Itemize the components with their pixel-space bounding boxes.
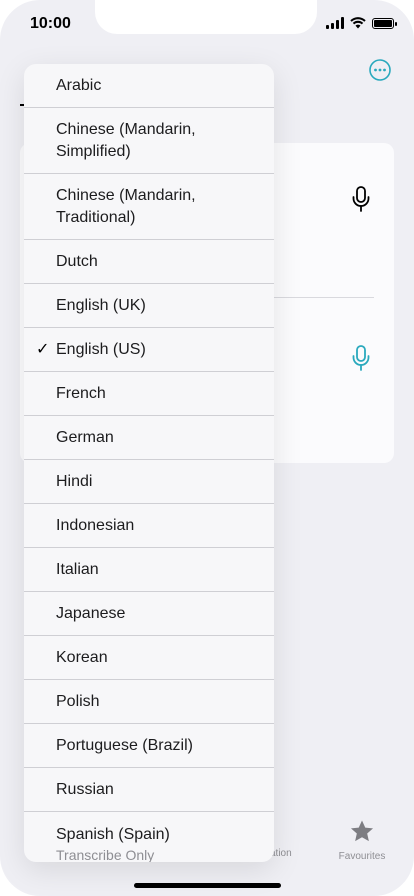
menu-item-sublabel: Transcribe Only [56,847,155,862]
status-icons [326,17,397,29]
menu-item-language[interactable]: Dutch [24,240,274,284]
menu-item-label: Indonesian [56,516,135,534]
menu-item-language[interactable]: Portuguese (Brazil) [24,724,274,768]
menu-item-label: Korean [56,648,108,666]
wifi-icon [350,17,366,29]
menu-item-language[interactable]: Arabic [24,64,274,108]
menu-item-language[interactable]: Indonesian [24,504,274,548]
menu-item-label: Dutch [56,252,98,270]
menu-item-language[interactable]: English (UK) [24,284,274,328]
menu-item-label: Chinese (Mandarin, Simplified) [56,120,196,160]
menu-item-label: English (US) [56,340,146,358]
menu-item-language[interactable]: Spanish (Spain) Transcribe Only [24,812,274,862]
menu-item-language[interactable]: Japanese [24,592,274,636]
menu-item-language[interactable]: ✓ English (US) [24,328,274,372]
menu-item-language[interactable]: German [24,416,274,460]
target-microphone-icon[interactable] [351,345,371,371]
menu-item-label: Japanese [56,604,126,622]
menu-item-label: Polish [56,692,100,710]
battery-icon [372,17,397,29]
menu-item-language[interactable]: Chinese (Mandarin, Simplified) [24,108,274,174]
menu-item-label: Russian [56,780,114,798]
menu-item-label: German [56,428,114,446]
tab-favourites-label: Favourites [338,851,386,862]
app-screen: ation Favourites Arabic Chinese (Mandarin… [0,0,414,896]
menu-item-label: Arabic [56,76,102,94]
menu-item-label: Hindi [56,472,93,490]
home-indicator [134,883,281,888]
menu-item-language[interactable]: Russian [24,768,274,812]
menu-item-language[interactable]: Chinese (Mandarin, Traditional) [24,174,274,240]
status-time: 10:00 [30,15,71,32]
menu-item-label: English (UK) [56,296,146,314]
menu-item-language[interactable]: French [24,372,274,416]
star-icon [350,820,374,842]
menu-item-language[interactable]: Polish [24,680,274,724]
menu-item-label: Italian [56,560,99,578]
menu-item-label: Chinese (Mandarin, Traditional) [56,186,196,226]
device-notch [95,0,317,34]
device: ation Favourites Arabic Chinese (Mandarin… [0,0,414,896]
checkmark-icon: ✓ [36,340,50,358]
menu-item-language[interactable]: Hindi [24,460,274,504]
language-menu: Arabic Chinese (Mandarin, Simplified) Chin… [24,64,274,862]
source-microphone-icon[interactable] [351,186,371,212]
tab-favourites[interactable]: Favourites [330,818,394,862]
menu-item-label: Spanish (Spain) [56,826,170,843]
menu-item-label: Portuguese (Brazil) [56,736,193,754]
menu-item-language[interactable]: Italian [24,548,274,592]
menu-item-label: French [56,384,106,402]
more-options-icon[interactable] [369,59,391,81]
cellular-signal-icon [326,17,344,29]
menu-item-language[interactable]: Korean [24,636,274,680]
